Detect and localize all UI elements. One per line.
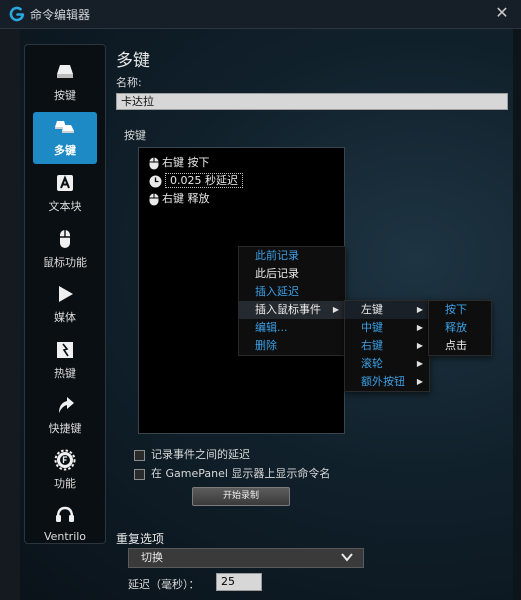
submenu-item-scroll-wheel[interactable]: 滚轮 ▶ — [345, 355, 429, 373]
event-text: 0.025 秒延迟 — [165, 173, 243, 188]
submenu-item-click[interactable]: 点击 — [429, 337, 491, 355]
sidebar-item-shortcut[interactable]: 快捷键 — [33, 390, 97, 442]
submenu-arrow-icon: ▶ — [416, 323, 423, 332]
clock-icon — [149, 175, 162, 187]
list-item[interactable]: 0.025 秒延迟 — [149, 172, 243, 188]
submenu-item-release[interactable]: 释放 — [429, 319, 491, 337]
sidebar-item-ventrilo[interactable]: Ventrilo — [33, 500, 97, 552]
submenu-item-left-button[interactable]: 左键 ▶ — [345, 301, 429, 319]
submenu-item-press[interactable]: 按下 — [429, 301, 491, 319]
close-icon[interactable]: ✕ — [493, 4, 511, 22]
sidebar-item-key[interactable]: 按键 — [33, 57, 97, 109]
sidebar-item-media[interactable]: 媒体 — [33, 279, 97, 331]
submenu-arrow-icon: ▶ — [332, 305, 339, 314]
mouse-icon — [149, 157, 159, 169]
left-edge — [0, 29, 20, 600]
multi-key-icon — [55, 121, 74, 133]
menu-item-insert-delay[interactable]: 插入延迟 — [239, 283, 345, 301]
submenu-item-extra-buttons[interactable]: 额外按钮 ▶ — [345, 373, 429, 391]
text-block-icon — [57, 175, 73, 191]
list-item[interactable]: 右键 按下 — [149, 154, 210, 170]
sidebar-item-text-block[interactable]: 文本块 — [33, 168, 97, 220]
delay-label: 延迟（毫秒）： — [128, 578, 200, 591]
sidebar-item-function[interactable]: 功能 — [33, 445, 97, 497]
show-name-checkbox[interactable] — [134, 468, 145, 480]
checkbox-label: 记录事件之间的延迟 — [151, 448, 250, 461]
sidebar-item-label: 功能 — [54, 477, 76, 490]
menu-item-edit[interactable]: 编辑... — [239, 319, 345, 337]
mouse-icon — [60, 230, 70, 248]
menu-item-delete[interactable]: 删除 — [239, 337, 345, 355]
show-name-checkbox-row[interactable]: 在 GamePanel 显示器上显示命令名 — [134, 465, 330, 481]
context-menu: 此前记录 此后记录 插入延迟 插入鼠标事件 ▶ 编辑... 删除 — [238, 246, 346, 356]
menu-item-label: 额外按钮 — [361, 375, 405, 388]
sidebar-item-label: 快捷键 — [48, 422, 82, 435]
left-button-submenu: 按下 释放 点击 — [428, 300, 492, 356]
event-text: 右键 按下 — [162, 156, 210, 169]
sidebar-item-label: 鼠标功能 — [43, 256, 87, 269]
menu-item-label: 滚轮 — [361, 357, 383, 370]
menu-item-insert-mouse-event[interactable]: 插入鼠标事件 ▶ — [239, 301, 345, 319]
sidebar-item-label: 多键 — [54, 144, 76, 157]
shortcut-arrow-icon — [59, 397, 74, 413]
record-delay-checkbox-row[interactable]: 记录事件之间的延迟 — [134, 446, 250, 462]
media-play-icon — [59, 286, 73, 302]
repeat-options-title: 重复选项 — [116, 532, 165, 546]
menu-item-label: 中键 — [361, 321, 383, 334]
sidebar-item-hotkey[interactable]: 热键 — [33, 335, 97, 387]
submenu-item-middle-button[interactable]: 中键 ▶ — [345, 319, 429, 337]
window-title: 命令编辑器 — [30, 8, 91, 22]
keys-label: 按键 — [124, 129, 146, 142]
menu-item-record-before[interactable]: 此前记录 — [239, 247, 345, 265]
name-label: 名称: — [116, 76, 142, 89]
menu-item-label: 左键 — [361, 303, 383, 316]
submenu-arrow-icon: ▶ — [416, 341, 423, 350]
mouse-icon — [149, 193, 159, 205]
delay-input[interactable]: 25 — [216, 573, 262, 591]
submenu-arrow-icon: ▶ — [416, 359, 423, 368]
sidebar-item-label: 媒体 — [54, 311, 76, 324]
checkbox-label: 在 GamePanel 显示器上显示命令名 — [151, 467, 331, 480]
mouse-event-submenu: 左键 ▶ 中键 ▶ 右键 ▶ 滚轮 ▶ 额外按钮 ▶ — [344, 300, 430, 392]
record-delay-checkbox[interactable] — [134, 449, 145, 461]
key-icon — [57, 65, 73, 78]
event-text: 右键 释放 — [162, 192, 210, 205]
logitech-logo-icon — [9, 6, 25, 22]
sidebar-item-label: 文本块 — [48, 200, 82, 213]
submenu-item-right-button[interactable]: 右键 ▶ — [345, 337, 429, 355]
menu-item-label: 插入鼠标事件 — [255, 303, 321, 316]
name-input[interactable]: 卡达拉 — [116, 93, 508, 110]
submenu-arrow-icon: ▶ — [416, 305, 423, 314]
menu-item-record-after[interactable]: 此后记录 — [239, 265, 345, 283]
sidebar-item-multi-key[interactable]: 多键 — [33, 112, 97, 164]
sidebar-item-label: 按键 — [54, 89, 76, 102]
menu-item-label: 右键 — [361, 339, 383, 352]
sidebar-item-label: 热键 — [54, 367, 76, 380]
sidebar-item-mouse-function[interactable]: 鼠标功能 — [33, 224, 97, 276]
headset-icon — [56, 506, 74, 522]
sidebar-item-label: Ventrilo — [43, 530, 87, 543]
sidebar: 按键 多键 文本块 鼠标功能 媒体 热键 快捷键 功能 Ventrilo — [24, 44, 106, 544]
start-recording-button[interactable]: 开始录制 — [192, 487, 290, 506]
hotkey-icon — [57, 342, 73, 358]
list-item[interactable]: 右键 释放 — [149, 190, 210, 206]
title-bar: 命令编辑器 ✕ — [0, 0, 521, 29]
repeat-mode-value: 切换 — [141, 551, 163, 564]
repeat-mode-select[interactable]: 切换 — [128, 548, 364, 568]
chevron-down-icon — [341, 553, 353, 562]
submenu-arrow-icon: ▶ — [416, 377, 423, 386]
function-gear-icon — [54, 449, 76, 471]
right-edge — [513, 29, 521, 600]
section-title: 多键 — [116, 51, 150, 71]
